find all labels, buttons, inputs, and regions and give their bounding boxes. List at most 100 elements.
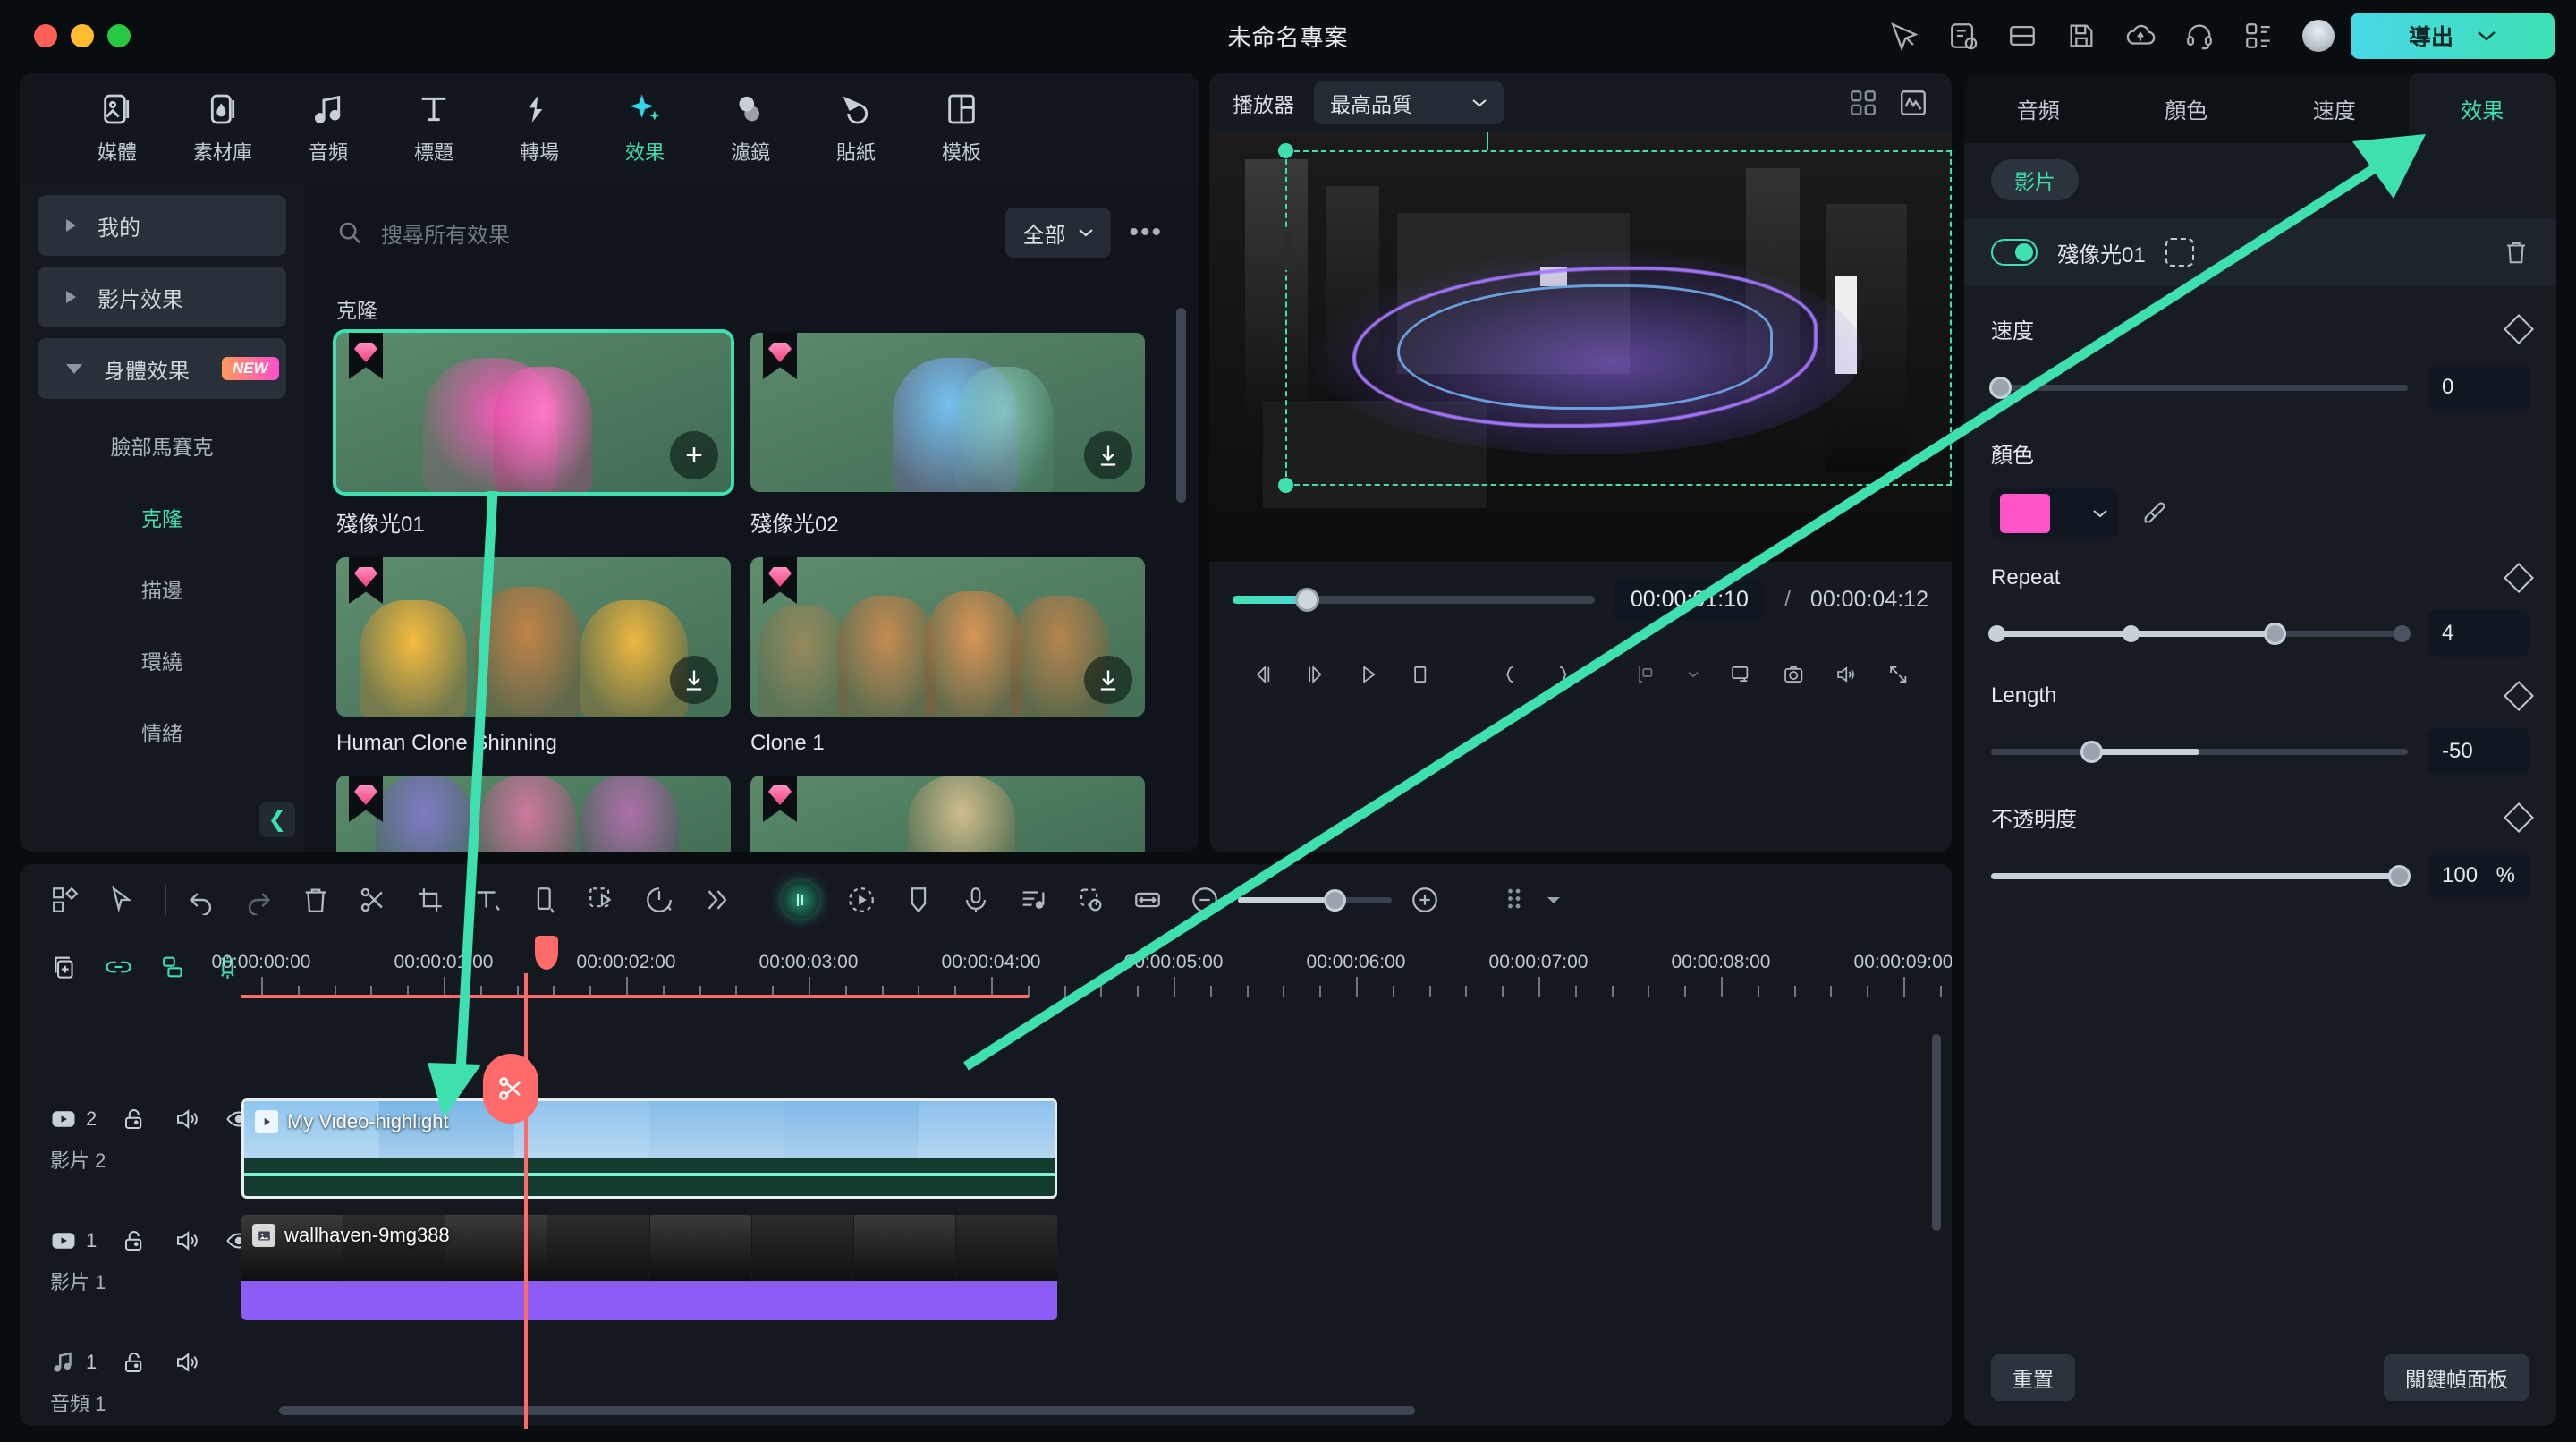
keyframe-diamond-icon[interactable] (2504, 563, 2534, 593)
timeline-horizontal-scrollbar[interactable] (279, 1406, 1415, 1415)
prev-frame-icon[interactable] (1252, 659, 1274, 690)
add-track-icon[interactable] (50, 952, 78, 982)
table-row[interactable]: wallhaven-9mg388 (242, 1215, 1057, 1320)
color-dropdown[interactable] (1991, 488, 2118, 539)
tab-media[interactable]: 媒體 (64, 91, 170, 165)
tab-speed-props[interactable]: 速度 (2260, 73, 2409, 143)
effect-enable-toggle[interactable] (1991, 239, 2038, 266)
templates-icon[interactable] (50, 885, 80, 915)
apps-grid-icon[interactable] (2243, 21, 2274, 51)
snapshot-icon[interactable] (1783, 659, 1804, 690)
headset-icon[interactable] (2184, 21, 2215, 51)
sidebar-item-emotion[interactable]: 情緒 (20, 696, 304, 768)
fullscreen-icon[interactable] (1887, 659, 1909, 690)
tab-color-props[interactable]: 顏色 (2113, 73, 2261, 143)
zoom-in-icon[interactable] (1410, 885, 1440, 915)
search-icon[interactable] (336, 219, 363, 246)
speed-icon[interactable] (644, 885, 674, 915)
effect-card[interactable] (336, 776, 731, 852)
mute-icon[interactable] (174, 1227, 200, 1254)
grid-icon[interactable] (1503, 885, 1533, 915)
eyedropper-icon[interactable] (2141, 500, 2166, 527)
tab-template[interactable]: 模板 (909, 91, 1014, 165)
avatar[interactable] (2302, 20, 2334, 52)
quality-dropdown[interactable]: 最高品質 (1314, 81, 1504, 124)
stop-icon[interactable] (1409, 659, 1430, 690)
length-slider[interactable] (1991, 740, 2408, 763)
search-input[interactable]: 搜尋所有效果 (381, 217, 987, 249)
table-row[interactable]: My Video-highlight (242, 1098, 1057, 1199)
lock-icon[interactable] (122, 1227, 148, 1254)
sidebar-item-surround[interactable]: 環繞 (20, 624, 304, 696)
zoom-out-icon[interactable] (1190, 885, 1220, 915)
lock-icon[interactable] (122, 1106, 148, 1132)
tab-sticker[interactable]: 貼紙 (803, 91, 909, 165)
player-scrubber[interactable] (1233, 587, 1595, 612)
category-body-effects[interactable]: 身體效果 NEW (38, 338, 286, 399)
sidebar-item-face-mosaic[interactable]: 臉部馬賽克 (20, 410, 304, 481)
tab-title[interactable]: 標題 (381, 91, 487, 165)
tab-stock-library[interactable]: 素材庫 (170, 91, 275, 165)
add-effect-button[interactable]: + (670, 431, 718, 479)
tab-transition[interactable]: 轉場 (487, 91, 592, 165)
scrubber-handle[interactable] (1294, 587, 1319, 612)
download-effect-button[interactable] (1084, 656, 1132, 704)
grid-view-icon[interactable] (1848, 88, 1878, 118)
category-video-effects[interactable]: 影片效果 (38, 267, 286, 327)
split-icon[interactable] (358, 885, 388, 915)
fit-screen-icon[interactable] (1730, 659, 1751, 690)
effects-scrollbar[interactable] (1176, 308, 1186, 503)
cloud-upload-icon[interactable] (2125, 21, 2156, 51)
split-marker-icon[interactable] (1634, 659, 1656, 690)
group-icon[interactable] (159, 952, 187, 982)
reset-button[interactable]: 重置 (1991, 1354, 2075, 1401)
playhead[interactable] (524, 973, 528, 1429)
task-list-icon[interactable] (1948, 21, 1979, 51)
marker-icon[interactable] (903, 885, 934, 915)
mute-icon[interactable] (174, 1106, 200, 1132)
audio-mix-icon[interactable] (1018, 885, 1048, 915)
mask-icon[interactable] (2165, 238, 2194, 267)
undo-icon[interactable] (186, 885, 216, 915)
delete-icon[interactable] (301, 885, 331, 915)
keyframe-diamond-icon[interactable] (2504, 802, 2534, 833)
mute-icon[interactable] (174, 1349, 200, 1376)
export-button[interactable]: 導出 (2351, 13, 2555, 59)
repeat-value[interactable]: 4 (2428, 610, 2529, 657)
keyframe-panel-button[interactable]: 關鍵幀面板 (2384, 1354, 2529, 1401)
tab-audio-props[interactable]: 音頻 (1964, 73, 2113, 143)
chevron-down-icon[interactable] (2477, 30, 2496, 42)
speed-value[interactable]: 0 (2428, 364, 2529, 411)
keyframe-diamond-icon[interactable] (2504, 313, 2534, 344)
effect-card[interactable]: + 殘像光01 (333, 329, 734, 538)
redo-icon[interactable] (243, 885, 274, 915)
effect-card[interactable]: Clone 1 (750, 557, 1145, 756)
playhead-handle[interactable] (535, 936, 558, 970)
next-frame-icon[interactable] (1304, 659, 1326, 690)
opacity-slider[interactable] (1991, 864, 2411, 887)
mask-icon[interactable] (530, 885, 560, 915)
length-value[interactable]: -50 (2428, 728, 2529, 775)
select-icon[interactable] (107, 885, 138, 915)
tab-filter[interactable]: 濾鏡 (698, 91, 803, 165)
motion-track-icon[interactable] (1075, 885, 1106, 915)
effect-card[interactable]: Human Clone Shinning (336, 557, 731, 756)
repeat-slider[interactable] (1988, 622, 2411, 645)
scope-icon[interactable] (1898, 88, 1928, 118)
layout-icon[interactable] (2007, 21, 2038, 51)
tab-audio[interactable]: 音頻 (275, 91, 381, 165)
text-icon[interactable] (472, 885, 503, 915)
effect-card[interactable] (750, 776, 1145, 852)
link-icon[interactable] (105, 952, 132, 982)
speed-slider[interactable] (1989, 376, 2408, 399)
current-time[interactable]: 00:00:01:10 (1614, 577, 1765, 622)
more-options-button[interactable]: ••• (1129, 217, 1163, 248)
tab-effects-props[interactable]: 效果 (2408, 73, 2556, 143)
keying-icon[interactable] (587, 885, 617, 915)
video-chip[interactable]: 影片 (1991, 159, 2079, 200)
auto-reframe-icon[interactable] (846, 885, 877, 915)
ai-sparkle-icon[interactable] (782, 881, 819, 919)
crop-icon[interactable] (415, 885, 445, 915)
download-effect-button[interactable] (670, 656, 718, 704)
download-effect-button[interactable] (1084, 431, 1132, 479)
